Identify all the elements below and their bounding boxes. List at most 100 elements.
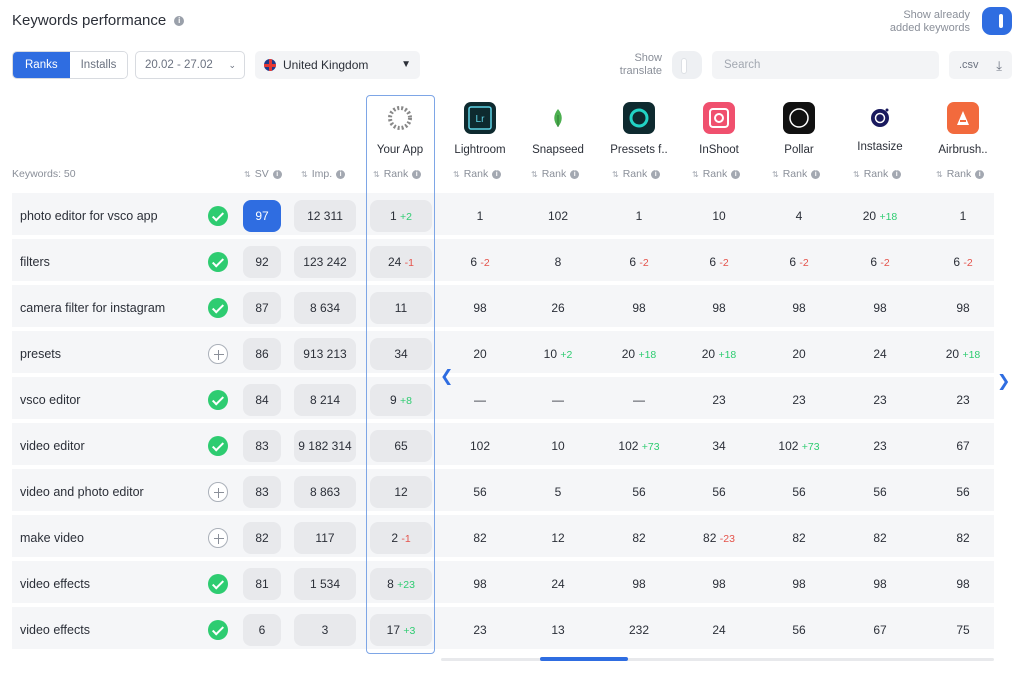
sv-column-header[interactable]: ⇅ SV i <box>244 168 282 180</box>
imp-column-header[interactable]: ⇅ Imp. i <box>301 168 346 180</box>
snapseed-icon <box>542 102 574 134</box>
sv-value: 86 <box>243 338 281 370</box>
rank-column-header-label: Rank <box>463 168 489 180</box>
info-icon[interactable]: i <box>731 169 741 179</box>
rank-column-header[interactable]: ⇅ Rank i <box>373 168 422 180</box>
rank-column-header[interactable]: ⇅ Rank i <box>772 168 821 180</box>
sort-icon: ⇅ <box>301 169 308 179</box>
keywords-count-label: Keywords: 50 <box>12 168 76 180</box>
sort-icon: ⇅ <box>531 169 538 179</box>
svg-text:Lr: Lr <box>476 114 486 125</box>
scroll-right-arrow[interactable]: ❯ <box>997 371 1010 391</box>
show-added-label-line-1: Show already <box>903 9 970 21</box>
scroll-left-arrow[interactable]: ❮ <box>440 366 453 386</box>
added-check-icon[interactable] <box>208 252 228 272</box>
rank-column-header[interactable]: ⇅ Rank i <box>692 168 741 180</box>
rank-column-header-label: Rank <box>863 168 889 180</box>
presets-icon <box>623 102 655 134</box>
info-icon[interactable]: i <box>174 15 185 26</box>
info-icon[interactable]: i <box>651 169 661 179</box>
rank-column-header[interactable]: ⇅ Rank i <box>531 168 580 180</box>
app-name[interactable]: Pressets f.. <box>599 144 679 156</box>
add-keyword-icon[interactable] <box>208 482 228 502</box>
added-check-icon[interactable] <box>208 298 228 318</box>
competitor-rank: 5 <box>523 476 593 508</box>
competitor-rank: 23 <box>845 430 915 462</box>
rank-value: 8 <box>554 255 562 269</box>
pollar-icon <box>783 102 815 134</box>
added-check-icon[interactable] <box>208 574 228 594</box>
info-icon[interactable]: i <box>492 169 502 179</box>
rank-change: +73 <box>801 441 820 453</box>
info-icon[interactable]: i <box>975 169 985 179</box>
sort-icon: ⇅ <box>453 169 460 179</box>
lightroom-icon: Lr <box>464 102 496 134</box>
tab-ranks[interactable]: Ranks <box>13 52 70 78</box>
search-input[interactable] <box>712 51 939 79</box>
added-check-icon[interactable] <box>208 436 228 456</box>
rank-value: 56 <box>792 485 806 499</box>
your-app-icon <box>384 102 416 134</box>
sv-value: 83 <box>243 476 281 508</box>
rank-change: +18 <box>718 349 737 361</box>
rank-value: 56 <box>873 485 887 499</box>
added-check-icon[interactable] <box>208 620 228 640</box>
sort-icon: ⇅ <box>244 169 251 179</box>
rank-value: 9 <box>389 393 397 407</box>
competitor-rank: 102 +73 <box>604 430 674 462</box>
info-icon[interactable]: i <box>336 169 346 179</box>
rank-column-header[interactable]: ⇅ Rank i <box>853 168 902 180</box>
tab-installs[interactable]: Installs <box>69 52 128 78</box>
competitor-rank: 12 <box>523 522 593 554</box>
rank-column-header-label: Rank <box>946 168 972 180</box>
horizontal-scrollbar[interactable] <box>441 658 994 661</box>
rank-column-header[interactable]: ⇅ Rank i <box>612 168 661 180</box>
rank-column-header[interactable]: ⇅ Rank i <box>453 168 502 180</box>
info-icon[interactable]: i <box>892 169 902 179</box>
competitor-rank: 82 <box>604 522 674 554</box>
app-name[interactable]: Your App <box>360 144 440 156</box>
added-check-icon[interactable] <box>208 206 228 226</box>
app-name[interactable]: InShoot <box>679 144 759 156</box>
info-icon[interactable]: i <box>272 169 282 179</box>
competitor-rank: 13 <box>523 614 593 646</box>
date-range-select[interactable]: 20.02 - 27.02 ⌄ <box>135 51 245 79</box>
competitor-rank: 24 <box>845 338 915 370</box>
rank-value: 24 <box>551 577 565 591</box>
rank-value: 10 <box>551 439 565 453</box>
competitor-rank: 20 +18 <box>845 200 915 232</box>
inshoot-icon <box>703 102 735 134</box>
show-translate-toggle[interactable] <box>672 51 702 79</box>
add-keyword-icon[interactable] <box>208 344 228 364</box>
rank-change: -2 <box>719 257 729 269</box>
show-added-keywords-toggle[interactable] <box>982 7 1012 35</box>
added-check-icon[interactable] <box>208 390 228 410</box>
rank-value: 10 <box>543 347 558 361</box>
scrollbar-thumb[interactable] <box>540 657 628 661</box>
info-icon[interactable]: i <box>412 169 422 179</box>
rank-value: 82 <box>703 531 717 545</box>
rank-column-header[interactable]: ⇅ Rank i <box>936 168 985 180</box>
sv-value: 87 <box>243 292 281 324</box>
country-select[interactable]: United Kingdom ▼ <box>255 51 420 79</box>
info-icon[interactable]: i <box>811 169 821 179</box>
csv-download-button[interactable]: .csv ⤓ <box>949 51 1012 79</box>
rank-value: 20 <box>701 347 716 361</box>
competitor-rank: 10 <box>684 200 754 232</box>
app-name[interactable]: Snapseed <box>518 144 598 156</box>
your-app-rank: 34 <box>370 338 432 370</box>
sort-icon: ⇅ <box>692 169 699 179</box>
competitor-rank: 20 +18 <box>928 338 998 370</box>
info-icon[interactable]: i <box>570 169 580 179</box>
app-name[interactable]: Lightroom <box>440 144 520 156</box>
app-name[interactable]: Pollar <box>759 144 839 156</box>
add-keyword-icon[interactable] <box>208 528 228 548</box>
competitor-rank: 20 <box>764 338 834 370</box>
app-name[interactable]: Instasize <box>840 141 920 153</box>
impressions-value: 123 242 <box>294 246 356 278</box>
app-name[interactable]: Airbrush.. <box>923 144 1003 156</box>
competitor-rank: 67 <box>928 430 998 462</box>
competitor-rank: 6 -2 <box>845 246 915 278</box>
rank-value: 98 <box>473 301 487 315</box>
rank-value: 65 <box>394 439 408 453</box>
